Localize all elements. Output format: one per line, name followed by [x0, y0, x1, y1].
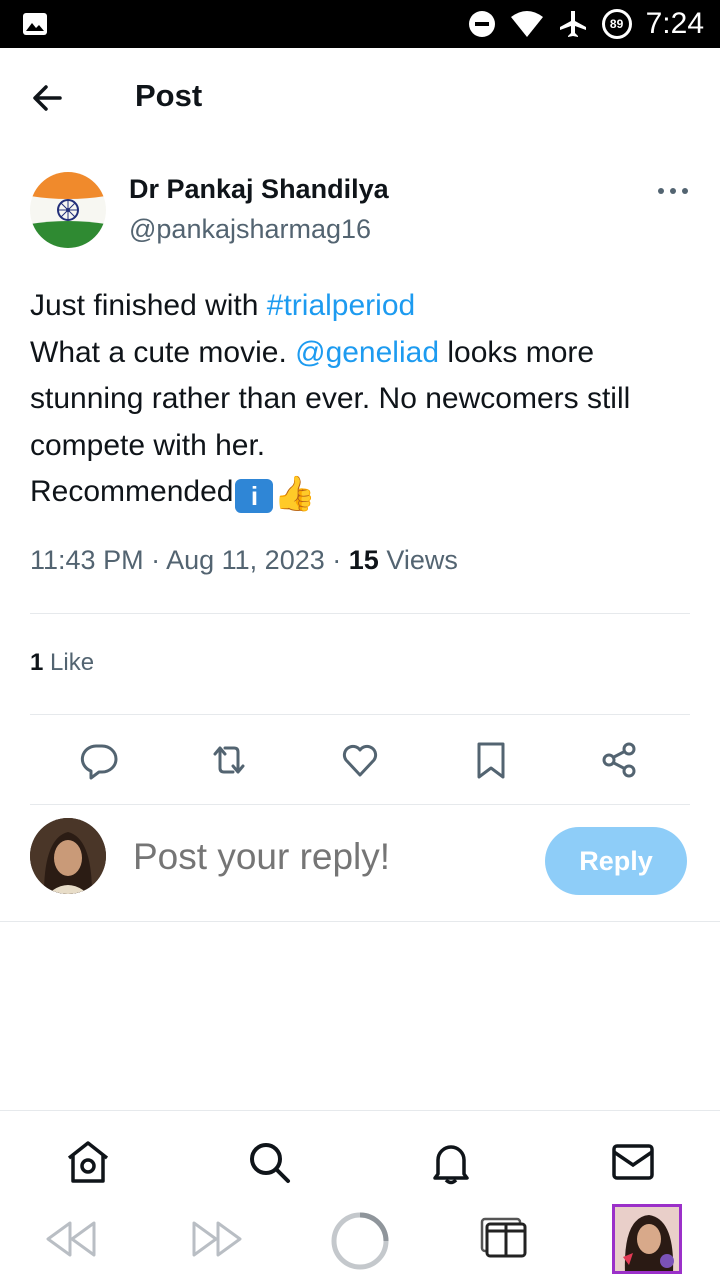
share-icon[interactable]: [598, 738, 642, 782]
battery-indicator: 89: [601, 9, 632, 39]
meta-separator: ·: [332, 545, 342, 575]
thumbs-up-emoji: 👍: [273, 475, 316, 513]
divider: [30, 714, 690, 715]
views-count: 15: [348, 545, 379, 575]
meta-separator: ·: [151, 545, 161, 575]
mention-link[interactable]: @geneliad: [295, 336, 439, 369]
top-header: Post: [0, 48, 720, 148]
user-avatar[interactable]: [30, 818, 106, 894]
post-text-line3: Recommended: [30, 475, 234, 508]
search-icon[interactable]: [245, 1138, 293, 1186]
more-options-icon[interactable]: [656, 182, 690, 200]
tabs-switcher-icon[interactable]: [478, 1215, 528, 1261]
battery-level: 89: [609, 17, 624, 31]
wifi-icon: [510, 11, 543, 37]
clock: 7:24: [645, 7, 704, 40]
do-not-disturb-icon: [468, 11, 495, 37]
page-title: Post: [135, 78, 203, 113]
repost-icon[interactable]: [207, 738, 251, 782]
profile-thumbnail[interactable]: [612, 1204, 682, 1274]
bookmark-icon[interactable]: [469, 738, 513, 782]
messages-mail-icon[interactable]: [609, 1138, 657, 1186]
author-handle[interactable]: @pankajsharmag16: [129, 214, 371, 245]
divider: [0, 921, 720, 922]
gallery-notification-icon: [23, 13, 47, 35]
divider: [30, 804, 690, 805]
author-name[interactable]: Dr Pankaj Shandilya: [129, 174, 389, 205]
post-text: Just finished with #trialperiod What a c…: [30, 283, 700, 518]
loading-home-circle-icon[interactable]: [330, 1211, 390, 1271]
post-text-line1: Just finished with: [30, 289, 267, 322]
information-emoji: i: [235, 479, 274, 513]
notifications-bell-icon[interactable]: [427, 1138, 475, 1186]
divider: [30, 613, 690, 614]
status-bar: 89 7:24: [0, 0, 720, 48]
views-label: Views: [386, 545, 458, 575]
bottom-navigation: [0, 1110, 720, 1281]
likes-label: Like: [50, 649, 95, 676]
like-heart-icon[interactable]: [338, 738, 382, 782]
reply-button[interactable]: Reply: [545, 827, 687, 895]
likes-count: 1: [30, 649, 44, 676]
reply-icon[interactable]: [77, 738, 121, 782]
post-meta: 11:43 PM · Aug 11, 2023 · 15 Views: [30, 545, 458, 576]
likes-stat[interactable]: 1 Like: [30, 649, 94, 677]
home-icon[interactable]: [64, 1138, 112, 1186]
post-time: 11:43 PM: [30, 545, 144, 575]
airplane-mode-icon: [559, 11, 586, 37]
hashtag-link[interactable]: #trialperiod: [267, 289, 415, 322]
post-text-line2: What a cute movie.: [30, 335, 296, 369]
rewind-icon[interactable]: [44, 1217, 98, 1261]
india-flag-image: [30, 172, 106, 248]
fast-forward-icon[interactable]: [190, 1217, 244, 1261]
profile-thumbnail-photo: [615, 1207, 679, 1271]
user-photo: [30, 818, 106, 894]
post-date: Aug 11, 2023: [166, 545, 325, 575]
author-avatar[interactable]: [30, 172, 106, 248]
back-arrow-icon[interactable]: [28, 80, 68, 116]
reply-input[interactable]: [133, 836, 533, 878]
